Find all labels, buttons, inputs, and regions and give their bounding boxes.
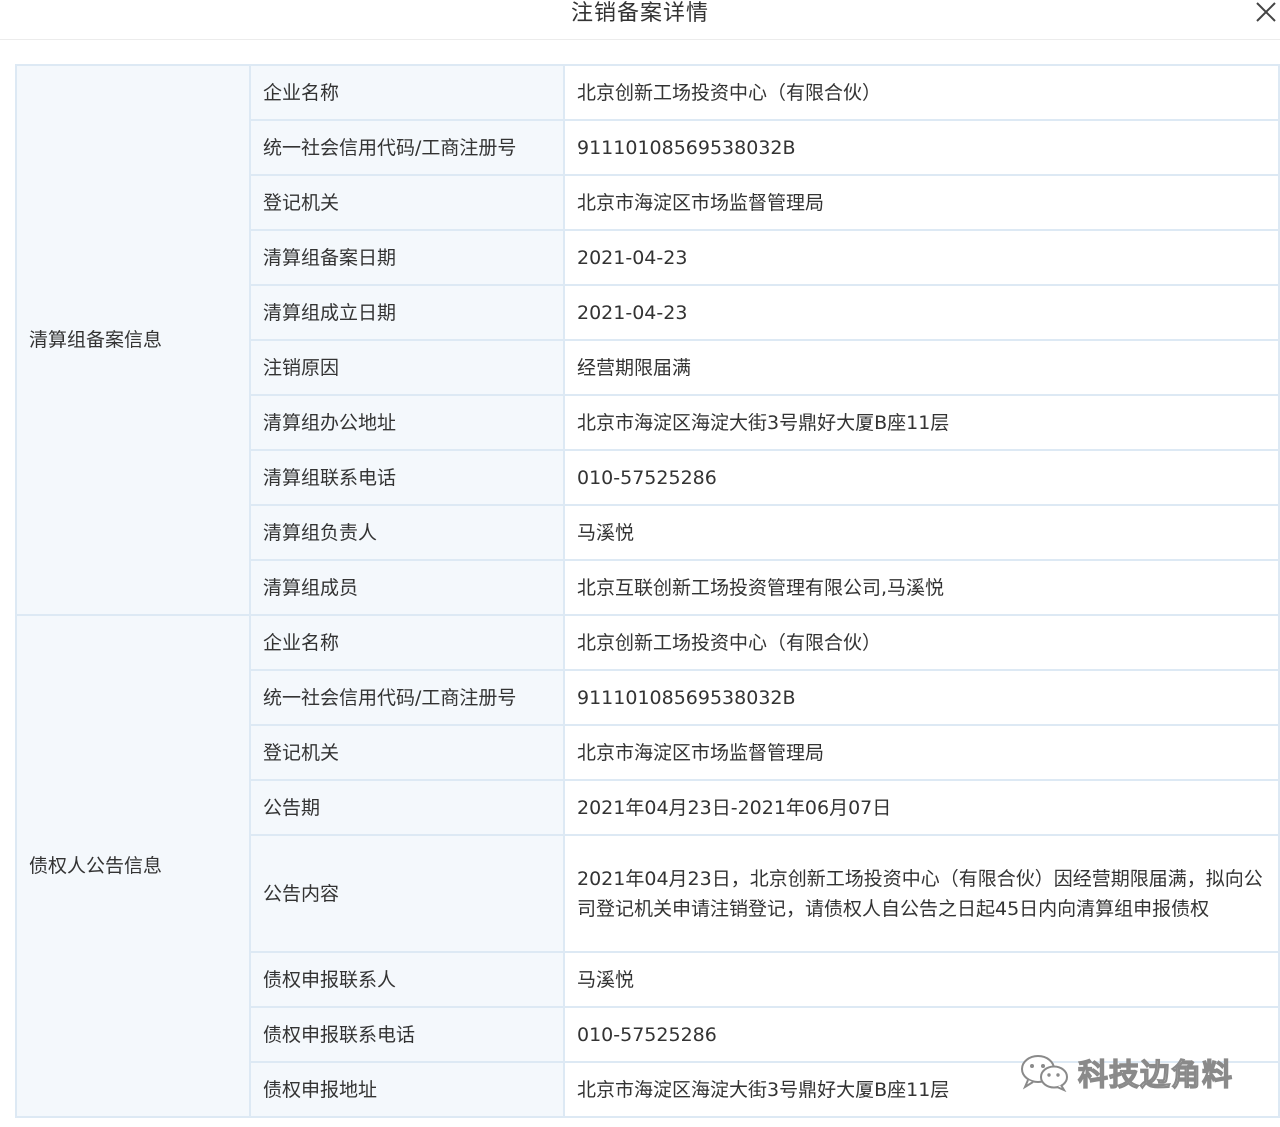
section-label-liquidation: 清算组备案信息 [15, 64, 251, 616]
field-value: 经营期限届满 [563, 339, 1280, 396]
field-value: 北京市海淀区海淀大街3号鼎好大厦B座11层 [563, 394, 1280, 451]
field-label: 统一社会信用代码/工商注册号 [249, 119, 565, 176]
field-value: 马溪悦 [563, 951, 1280, 1008]
field-label: 注销原因 [249, 339, 565, 396]
field-value: 北京创新工场投资中心（有限合伙） [563, 614, 1280, 671]
field-value: 北京互联创新工场投资管理有限公司,马溪悦 [563, 559, 1280, 616]
field-label: 清算组成员 [249, 559, 565, 616]
table-row: 清算组备案信息 企业名称 北京创新工场投资中心（有限合伙） [15, 64, 1280, 616]
field-label: 清算组备案日期 [249, 229, 565, 286]
table-row: 债权人公告信息 企业名称 北京创新工场投资中心（有限合伙） [15, 614, 1280, 1118]
close-icon [1256, 2, 1276, 22]
field-value: 北京创新工场投资中心（有限合伙） [563, 64, 1280, 121]
field-label: 登记机关 [249, 724, 565, 781]
field-value: 2021-04-23 [563, 284, 1280, 341]
section-label-creditor-notice: 债权人公告信息 [15, 614, 251, 1118]
field-label: 债权申报联系电话 [249, 1006, 565, 1063]
detail-table: 清算组备案信息 企业名称 北京创新工场投资中心（有限合伙） 统一社会信用代码/工… [15, 64, 1280, 1118]
close-button[interactable] [1250, 0, 1280, 26]
field-value: 2021年04月23日-2021年06月07日 [563, 779, 1280, 836]
field-value: 2021年04月23日，北京创新工场投资中心（有限合伙）因经营期限届满，拟向公司… [563, 834, 1280, 953]
field-value: 91110108569538032B [563, 669, 1280, 726]
field-label: 企业名称 [249, 64, 565, 121]
field-value: 北京市海淀区市场监督管理局 [563, 724, 1280, 781]
field-value: 91110108569538032B [563, 119, 1280, 176]
field-label: 统一社会信用代码/工商注册号 [249, 669, 565, 726]
dialog-header: 注销备案详情 [0, 0, 1280, 40]
detail-table-container: 清算组备案信息 企业名称 北京创新工场投资中心（有限合伙） 统一社会信用代码/工… [15, 64, 1280, 1118]
field-value: 马溪悦 [563, 504, 1280, 561]
field-label: 清算组负责人 [249, 504, 565, 561]
field-label: 债权申报地址 [249, 1061, 565, 1118]
field-label: 登记机关 [249, 174, 565, 231]
field-value: 010-57525286 [563, 449, 1280, 506]
field-value: 北京市海淀区市场监督管理局 [563, 174, 1280, 231]
dialog-title: 注销备案详情 [570, 1, 709, 26]
field-value: 010-57525286 [563, 1006, 1280, 1063]
field-label: 债权申报联系人 [249, 951, 565, 1008]
field-label: 企业名称 [249, 614, 565, 671]
field-label: 清算组联系电话 [249, 449, 565, 506]
field-value: 北京市海淀区海淀大街3号鼎好大厦B座11层 [563, 1061, 1280, 1118]
field-label: 清算组办公地址 [249, 394, 565, 451]
field-label: 公告期 [249, 779, 565, 836]
field-label: 公告内容 [249, 834, 565, 953]
field-label: 清算组成立日期 [249, 284, 565, 341]
field-value: 2021-04-23 [563, 229, 1280, 286]
